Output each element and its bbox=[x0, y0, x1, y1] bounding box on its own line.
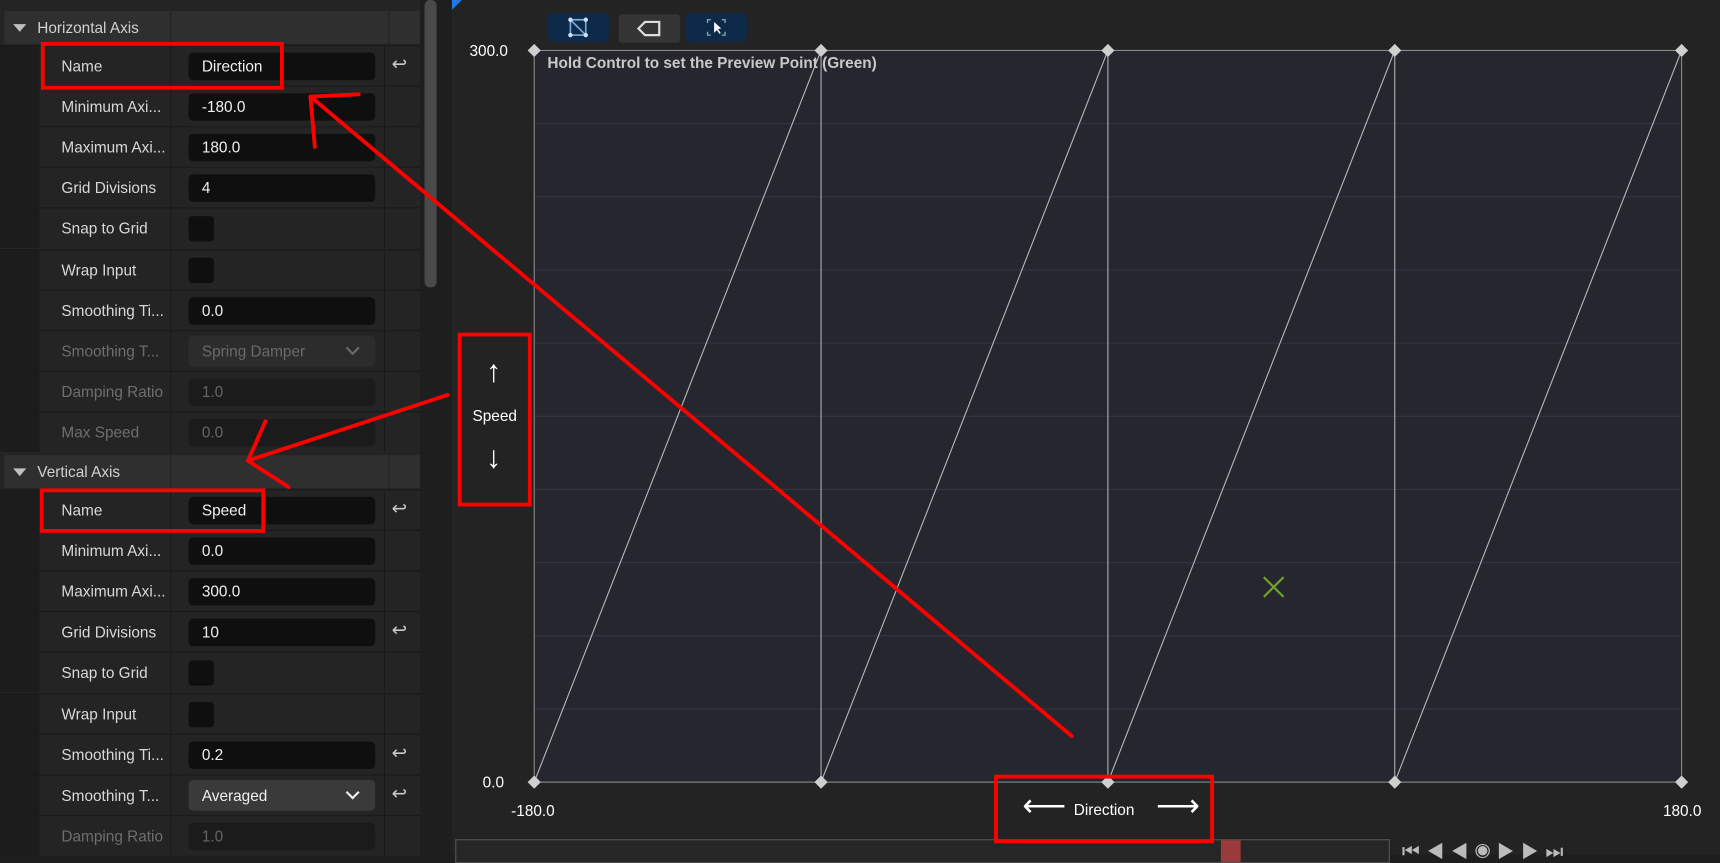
plot-area bbox=[527, 43, 1689, 789]
playback-controls[interactable]: ⏮◀◀◉▶▶⏭ bbox=[1402, 840, 1570, 863]
timeline-scrubber[interactable] bbox=[455, 839, 1390, 863]
x-max-label: 180.0 bbox=[1662, 801, 1702, 820]
arrow-down-icon: ↓ bbox=[485, 439, 502, 474]
y-min-label: 0.0 bbox=[482, 773, 505, 791]
playback-icons[interactable]: ⏮◀◀◉▶▶⏭ bbox=[1402, 840, 1570, 862]
playhead[interactable] bbox=[1220, 840, 1241, 863]
y-axis-name: ↑ Speed ↓ bbox=[460, 335, 530, 505]
preview-hint: Hold Control to set the Preview Point (G… bbox=[547, 53, 877, 72]
y-axis-label: Speed bbox=[472, 406, 517, 425]
x-min-label: -180.0 bbox=[511, 801, 555, 820]
arrow-right-icon: ⟶ bbox=[1156, 788, 1201, 823]
blendspace-editor: Horizontal Axis Name Direction ↩ Minimum Axi… bbox=[0, 0, 1720, 863]
arrow-up-icon: ↑ bbox=[485, 354, 502, 389]
x-axis-name: ⟵ Direction ⟶ bbox=[996, 777, 1212, 842]
y-max-label: 300.0 bbox=[469, 41, 508, 60]
